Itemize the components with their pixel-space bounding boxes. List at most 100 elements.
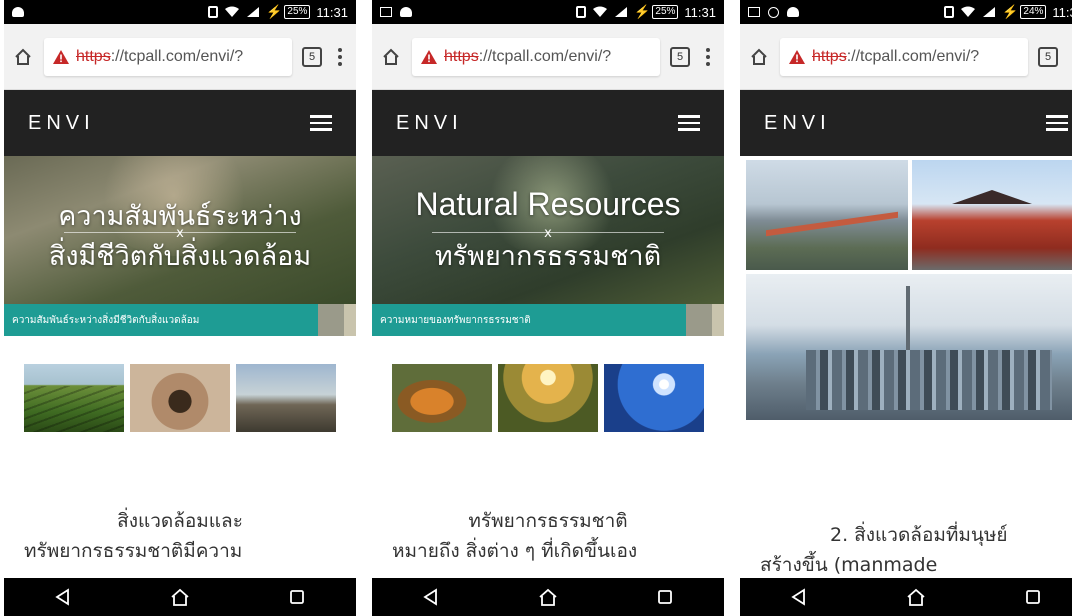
home-icon[interactable] [748, 46, 770, 68]
home-icon[interactable] [12, 46, 34, 68]
url-text: ://tcpall.com/envi/? [478, 47, 612, 65]
signal-icon [615, 7, 628, 17]
hands-seedling-photo[interactable] [130, 364, 230, 432]
forest-sunlight-photo[interactable] [498, 364, 598, 432]
url-text: ://tcpall.com/envi/? [846, 47, 980, 65]
browser-toolbar: https://tcpall.com/envi/? 5 [4, 24, 356, 90]
caption-text: ความสัมพันธ์ระหว่างสิ่งมีชีวิตกับสิ่งแวด… [4, 304, 318, 336]
vibrate-icon [944, 6, 955, 18]
tab-switcher-button[interactable]: 5 [670, 46, 690, 67]
android-icon [787, 7, 799, 17]
hamburger-menu-icon[interactable] [678, 115, 700, 131]
signal-icon [247, 7, 260, 17]
hero-title-line2: สิ่งมีชีวิตกับสิ่งแวดล้อม [48, 241, 312, 272]
site-header: ENVI [372, 90, 724, 156]
back-icon[interactable] [52, 586, 74, 608]
android-nav-bar [372, 578, 724, 616]
caption-text: ความหมายของทรัพยากรธรรมชาติ [372, 304, 686, 336]
phone-screen-2: ⚡ 25% 11:31 https://tcpall.com/envi/? 5 E… [372, 0, 724, 616]
body-line1: ทรัพยากรธรรมชาติ [468, 510, 628, 532]
overflow-menu-icon[interactable] [700, 47, 716, 66]
plant-sky-photo[interactable] [236, 364, 336, 432]
back-icon[interactable] [420, 586, 442, 608]
android-icon [400, 7, 412, 17]
body-line2: ทรัพยากรธรรมชาติมีความ [24, 540, 243, 562]
overflow-menu-icon[interactable] [1068, 48, 1072, 66]
phone-screen-1: ⚡ 25% 11:31 https://tcpall.com/envi/? 5 E… [4, 0, 356, 616]
url-bar[interactable]: https://tcpall.com/envi/? [780, 37, 1028, 76]
url-text: ://tcpall.com/envi/? [110, 47, 244, 65]
body-text: ทรัพยากรธรรมชาติ หมายถึง สิ่งต่าง ๆ ที่เ… [392, 506, 704, 566]
wifi-icon [225, 6, 240, 17]
temple-photo[interactable] [912, 160, 1072, 270]
phone-screen-3: ⚡24% 11:32 https://tcpall.com/envi/? 5 E… [740, 0, 1072, 616]
url-bar[interactable]: https://tcpall.com/envi/? [412, 37, 660, 76]
vibrate-icon [208, 6, 219, 18]
image-notification-icon [748, 7, 760, 17]
url-scheme: https [444, 47, 479, 65]
body-line2: หมายถึง สิ่งต่าง ๆ ที่เกิดขึ้นเอง [392, 540, 638, 562]
section-caption: ความสัมพันธ์ระหว่างสิ่งมีชีวิตกับสิ่งแวด… [4, 304, 356, 336]
image-notification-icon [380, 7, 392, 17]
site-logo[interactable]: ENVI [28, 112, 95, 135]
thumbnail-row [24, 364, 336, 432]
android-nav-bar [740, 578, 1072, 616]
clock: 11:32 [1052, 4, 1072, 20]
toronto-skyline-photo[interactable] [746, 274, 1072, 420]
battery-indicator: ⚡ 25% [634, 4, 679, 20]
hero-title-line2: ทรัพยากรธรรมชาติ [434, 241, 662, 272]
site-logo[interactable]: ENVI [764, 112, 831, 135]
tab-switcher-button[interactable]: 5 [302, 46, 322, 67]
body-line2: สร้างขึ้น (manmade [760, 554, 938, 576]
recents-icon[interactable] [1022, 586, 1044, 608]
battery-indicator: ⚡ 25% [266, 4, 311, 20]
home-icon[interactable] [380, 46, 402, 68]
overflow-menu-icon[interactable] [332, 47, 348, 66]
url-scheme: https [76, 47, 111, 65]
clock: 11:31 [316, 4, 348, 20]
vibrate-icon [576, 6, 587, 18]
warning-icon [421, 49, 437, 64]
body-line1: สิ่งแวดล้อมและ [117, 510, 243, 532]
recents-icon[interactable] [654, 586, 676, 608]
back-icon[interactable] [788, 586, 810, 608]
home-nav-icon[interactable] [905, 586, 927, 608]
tiger-photo[interactable] [392, 364, 492, 432]
hamburger-menu-icon[interactable] [1046, 115, 1068, 131]
wifi-icon [593, 6, 608, 17]
url-scheme: https [812, 47, 847, 65]
site-header: ENVI [740, 90, 1072, 156]
thumbnail-row [392, 364, 704, 432]
home-nav-icon[interactable] [169, 586, 191, 608]
hero-title-line1: Natural Resources [415, 186, 681, 222]
city-bridge-photo[interactable] [746, 160, 908, 270]
section-caption: ความหมายของทรัพยากรธรรมชาติ [372, 304, 724, 336]
body-line1: 2. สิ่งแวดล้อมที่มนุษย์ [830, 524, 1008, 546]
url-bar[interactable]: https://tcpall.com/envi/? [44, 37, 292, 76]
android-icon [12, 7, 24, 17]
site-logo[interactable]: ENVI [396, 112, 463, 135]
site-header: ENVI [4, 90, 356, 156]
hamburger-menu-icon[interactable] [310, 115, 332, 131]
body-text: 2. สิ่งแวดล้อมที่มนุษย์ สร้างขึ้น (manma… [760, 520, 1072, 580]
hero-banner: Natural Resources x ทรัพยากรธรรมชาติ [372, 156, 724, 304]
browser-toolbar: https://tcpall.com/envi/? 5 [372, 24, 724, 90]
tab-switcher-button[interactable]: 5 [1038, 46, 1058, 67]
hero-banner: ความสัมพันธ์ระหว่าง x สิ่งมีชีวิตกับสิ่ง… [4, 156, 356, 304]
warning-icon [53, 49, 69, 64]
sky-sun-photo[interactable] [604, 364, 704, 432]
field-photo[interactable] [24, 364, 124, 432]
status-bar: ⚡24% 11:32 [740, 0, 1072, 24]
status-bar: ⚡ 25% 11:31 [4, 0, 356, 24]
clock: 11:31 [684, 4, 716, 20]
home-nav-icon[interactable] [537, 586, 559, 608]
signal-icon [983, 7, 996, 17]
wifi-icon [961, 6, 976, 17]
recents-icon[interactable] [286, 586, 308, 608]
battery-indicator: ⚡ 24% [1002, 4, 1047, 20]
android-nav-bar [4, 578, 356, 616]
alarm-icon [768, 6, 779, 18]
warning-icon [789, 49, 805, 64]
status-bar: ⚡ 25% 11:31 [372, 0, 724, 24]
browser-toolbar: https://tcpall.com/envi/? 5 [740, 24, 1072, 90]
